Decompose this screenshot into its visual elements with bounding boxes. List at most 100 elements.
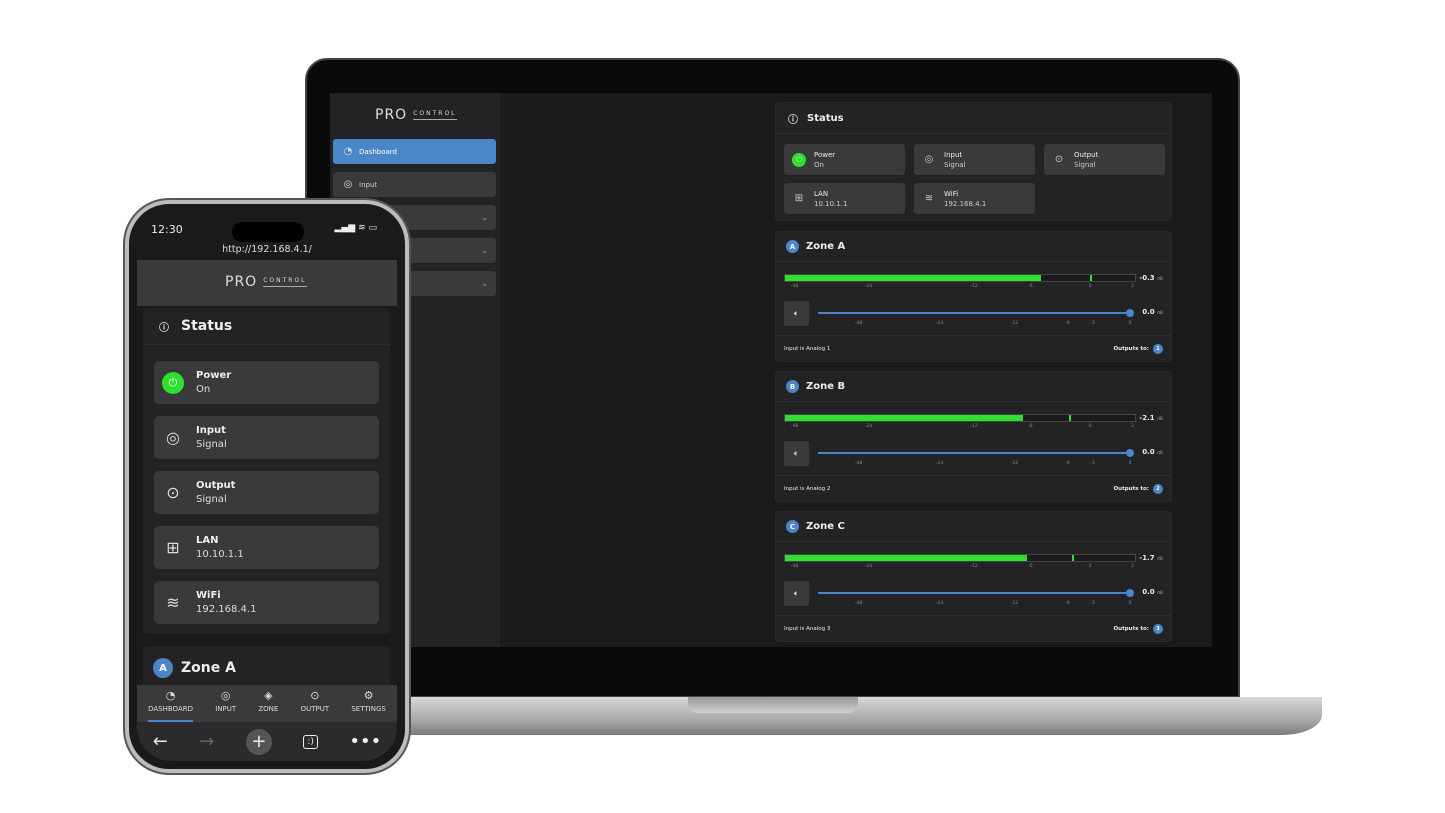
meter-peak (1068, 415, 1071, 421)
slider-tick: -6 (1065, 601, 1070, 606)
input-source: Input is Analog 2 (784, 485, 831, 492)
level-meter (784, 414, 1136, 422)
zone-title: Zone A (181, 660, 236, 676)
zone-footer: Input is Analog 3 Outputs to: 3 (776, 615, 1171, 641)
nav-label: OUTPUT (300, 705, 330, 713)
info-icon: ⓘ (788, 114, 798, 126)
slider-knob[interactable] (1126, 588, 1134, 597)
more-icon[interactable]: ••• (349, 731, 381, 752)
input-source: Input is Analog 3 (784, 625, 831, 632)
meter-fill (785, 275, 1041, 281)
nav-input[interactable]: ◎ INPUT (215, 685, 236, 722)
outputs: Outputs to: 2 (1114, 483, 1163, 494)
outputs: Outputs to: 1 (1113, 343, 1163, 354)
url-bar[interactable]: http://192.168.4.1/ (137, 244, 397, 255)
sidebar-item-label: Input (359, 180, 378, 189)
slider-tick: -6 (1065, 461, 1070, 466)
status-tile-wifi: ≋ WiFi 192.168.4.1 (914, 183, 1035, 214)
slider-tick: -12 (1010, 321, 1019, 326)
nav-zone[interactable]: ◈ ZONE (258, 685, 278, 722)
mute-button[interactable]: 🔈︎ (784, 301, 809, 326)
sidebar-item-label: Dashboard (359, 147, 397, 156)
browser-toolbar: ← → + :) ••• (137, 722, 397, 761)
tile-text: Power On (196, 369, 231, 397)
level-value: -2.1 (1139, 414, 1155, 422)
tile-text: Output Signal (196, 479, 235, 507)
volume-slider[interactable] (818, 448, 1134, 457)
tile-value: 192.168.4.1 (944, 199, 987, 208)
tile-text: WiFi 192.168.4.1 (944, 189, 986, 209)
meter-tick: -48 (790, 284, 799, 289)
logo-text: PRO (375, 107, 408, 123)
status-tile-lan: ⊞ LAN 10.10.1.1 (154, 526, 379, 569)
output-badge[interactable]: 2 (1153, 483, 1163, 494)
nav-output[interactable]: ⊙ OUTPUT (301, 685, 330, 722)
speaker-icon: ◈ (264, 689, 273, 702)
outputs-label: Outputs to: (1113, 345, 1150, 352)
output-badge[interactable]: 1 (1153, 343, 1163, 354)
mute-button[interactable]: 🔈︎ (784, 441, 809, 466)
power-icon: ⏻ (162, 371, 184, 394)
nav-label: INPUT (215, 705, 237, 713)
db-unit: dB (1157, 277, 1163, 282)
slider-knob[interactable] (1126, 448, 1134, 457)
tile-text: Power On (814, 150, 835, 170)
input-icon: ◎ (924, 153, 934, 165)
tile-value: Signal (196, 438, 227, 450)
zone-badge: A (153, 658, 173, 678)
slider-tick: -48 (854, 601, 863, 606)
zone-title: Zone C (806, 521, 845, 532)
nav-settings[interactable]: ⚙ SETTINGS (351, 685, 385, 722)
new-tab-icon[interactable]: + (245, 728, 272, 755)
slider-tick: -48 (854, 321, 863, 326)
tile-label: Power (814, 150, 836, 159)
output-badge[interactable]: 3 (1153, 623, 1163, 634)
status-header: ⓘ Status (776, 103, 1171, 134)
status-tile-wifi: ≋ WiFi 192.168.4.1 (154, 581, 379, 624)
db-unit: dB (1157, 311, 1163, 316)
chevron-down-icon: ⌄ (481, 279, 488, 288)
sidebar-item-dashboard[interactable]: ◔ Dashboard (333, 139, 496, 164)
volume-slider[interactable] (818, 588, 1134, 597)
meter-tick: 3 (1131, 424, 1134, 429)
logo-sub: CONTROL (413, 110, 457, 120)
level-readout: -0.3 dB (1139, 274, 1163, 282)
mute-button[interactable]: 🔈︎ (784, 581, 809, 606)
volume-readout: 0.0 dB (1142, 308, 1163, 316)
volume-value: 0.0 (1142, 308, 1155, 316)
tile-label: WiFi (196, 589, 221, 601)
output-icon: ⊙ (1054, 153, 1064, 165)
outputs: Outputs to: 3 (1114, 623, 1163, 634)
db-unit: dB (1157, 557, 1163, 562)
input-icon: ◎ (166, 427, 180, 447)
slider-knob[interactable] (1126, 308, 1134, 317)
forward-icon[interactable]: → (199, 731, 214, 752)
nav-label: SETTINGS (351, 705, 386, 713)
slider-tick: 0 (1128, 601, 1132, 606)
volume-value: 0.0 (1142, 588, 1155, 596)
volume-readout: 0.0 dB (1142, 588, 1163, 596)
zone-header: C Zone C (776, 512, 1171, 542)
meter-fill (785, 555, 1027, 561)
zone-title: Zone A (806, 241, 846, 252)
status-tile-input: ◎ Input Signal (914, 144, 1035, 175)
wifi-icon: ≋ (166, 592, 180, 612)
status-title: Status (181, 318, 233, 334)
meter-tick: -24 (864, 564, 873, 569)
tabs-icon[interactable]: :) (303, 734, 318, 749)
back-icon[interactable]: ← (153, 731, 168, 752)
nav-dashboard[interactable]: ◔ DASHBOARD (148, 685, 193, 722)
volume-slider[interactable] (818, 308, 1134, 317)
meter-tick: 0 (1088, 564, 1092, 569)
slider-tick: -24 (935, 461, 944, 466)
laptop-screen: PRO CONTROL ◔ Dashboard ◎ Input ⌄ ⌄ ⌄ ⓘ Stat… (330, 93, 1212, 647)
status-tile-output: ⊙ Output Signal (1044, 144, 1165, 175)
sidebar-item-input[interactable]: ◎ Input (333, 172, 496, 197)
status-header: ⓘ Status (143, 308, 390, 345)
meter-tick: -6 (1028, 284, 1033, 289)
tile-value: On (196, 383, 211, 395)
status-tile-power: ⏻ Power On (784, 144, 905, 175)
status-card: ⓘ Status ⏻ Power On ◎ Input Signal ⊙ Output Signa… (775, 102, 1172, 221)
phone-screen: 12:30 ▂▄▆ ≋ ▭ http://192.168.4.1/ PRO CON… (137, 212, 397, 761)
lan-icon: ⊞ (166, 537, 180, 557)
